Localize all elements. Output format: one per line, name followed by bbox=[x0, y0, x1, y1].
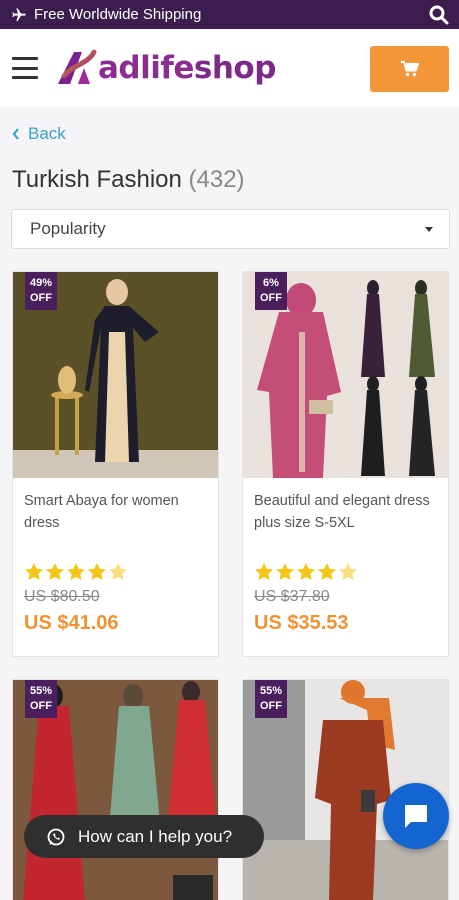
airplane-icon bbox=[10, 7, 28, 23]
page-title: Turkish Fashion (432) bbox=[12, 166, 459, 194]
logo-mark-icon bbox=[58, 49, 97, 84]
product-image[interactable]: 55% OFF bbox=[13, 680, 218, 900]
product-card[interactable]: 55% OFF bbox=[12, 679, 219, 900]
product-image[interactable]: 6% OFF bbox=[243, 272, 448, 478]
cart-button[interactable] bbox=[370, 46, 449, 92]
site-logo[interactable]: adlifeshop bbox=[54, 46, 276, 90]
product-name[interactable]: Smart Abaya for women dress bbox=[13, 478, 218, 546]
cart-icon bbox=[400, 61, 419, 77]
discount-percent: 55% bbox=[259, 685, 283, 697]
sort-select[interactable]: Popularity bbox=[11, 209, 450, 249]
chat-help-button[interactable]: How can I help you? bbox=[24, 815, 264, 858]
chat-fab-button[interactable] bbox=[383, 783, 449, 849]
chat-prompt-text: How can I help you? bbox=[78, 826, 233, 846]
product-name[interactable]: Beautiful and elegant dress plus size S-… bbox=[243, 478, 448, 546]
logo-text-prefix: adlife bbox=[98, 50, 194, 86]
discount-percent: 6% bbox=[263, 277, 279, 289]
shipping-text: Free Worldwide Shipping bbox=[34, 6, 202, 23]
discount-percent: 55% bbox=[29, 685, 53, 697]
product-card[interactable]: 49% OFF Smart Abaya for women dress US $8… bbox=[12, 271, 219, 657]
hamburger-icon[interactable] bbox=[12, 57, 38, 79]
back-link[interactable]: Back bbox=[12, 123, 459, 145]
sale-price: US $35.53 bbox=[254, 612, 349, 634]
category-count: (432) bbox=[188, 166, 245, 193]
category-title: Turkish Fashion bbox=[12, 166, 182, 193]
original-price: US $80.50 bbox=[24, 588, 100, 605]
site-header: adlifeshop bbox=[0, 29, 459, 107]
discount-label: OFF bbox=[260, 292, 282, 304]
discount-label: OFF bbox=[260, 700, 282, 712]
original-price: US $37.80 bbox=[254, 588, 330, 605]
discount-badge: 55% OFF bbox=[255, 680, 287, 718]
chevron-down-icon bbox=[425, 226, 433, 232]
discount-label: OFF bbox=[30, 292, 52, 304]
discount-badge: 6% OFF bbox=[255, 272, 287, 310]
back-label: Back bbox=[28, 124, 66, 143]
rating-stars bbox=[243, 546, 448, 582]
whatsapp-icon bbox=[47, 828, 65, 845]
sort-selected-value: Popularity bbox=[30, 219, 106, 238]
product-card[interactable]: 6% OFF Beautiful and elegant dress plus s… bbox=[242, 271, 449, 657]
logo-text-suffix: shop bbox=[193, 50, 277, 86]
promo-bar: Free Worldwide Shipping bbox=[0, 0, 459, 29]
rating-stars bbox=[13, 546, 218, 582]
discount-label: OFF bbox=[30, 700, 52, 712]
discount-badge: 49% OFF bbox=[25, 272, 57, 310]
chat-bubble-icon bbox=[405, 805, 427, 828]
sale-price: US $41.06 bbox=[24, 612, 119, 634]
search-icon[interactable] bbox=[429, 5, 449, 25]
discount-badge: 55% OFF bbox=[25, 680, 57, 718]
discount-percent: 49% bbox=[29, 277, 53, 289]
chevron-left-icon bbox=[12, 128, 19, 140]
product-image[interactable]: 49% OFF bbox=[13, 272, 218, 478]
